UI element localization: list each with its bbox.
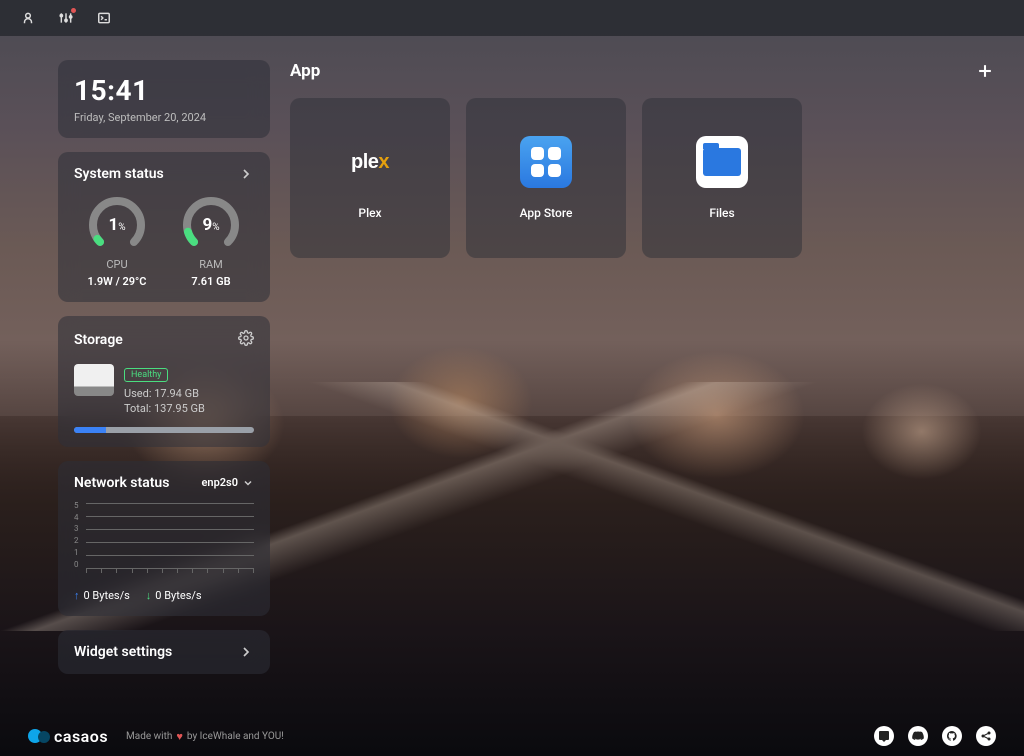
chevron-right-icon (238, 644, 254, 660)
system-status-title: System status (74, 166, 164, 182)
storage-total: Total: 137.95 GB (124, 401, 254, 416)
files-icon (696, 136, 748, 188)
system-status-card: System status 1% CPU 1.9W / 29°C (58, 152, 270, 302)
network-download: ↓ 0 Bytes/s (146, 589, 202, 602)
discord-icon[interactable] (908, 726, 928, 746)
app-tile-files[interactable]: Files (642, 98, 802, 258)
plex-icon: plex (344, 136, 396, 188)
network-title: Network status (74, 475, 169, 491)
footer: casaos Made with ♥ by IceWhale and YOU! (0, 716, 1024, 756)
arrow-down-icon: ↓ (146, 589, 152, 602)
chevron-down-icon (242, 477, 254, 489)
cpu-gauge: 1% CPU 1.9W / 29°C (74, 194, 160, 288)
github-icon[interactable] (942, 726, 962, 746)
clock-time: 15:41 (74, 74, 254, 107)
share-icon[interactable] (976, 726, 996, 746)
ram-gauge: 9% RAM 7.61 GB (168, 194, 254, 288)
network-upload: ↑ 0 Bytes/s (74, 589, 130, 602)
topbar (0, 0, 1024, 36)
settings-sliders-icon[interactable] (58, 10, 74, 26)
terminal-icon[interactable] (96, 10, 112, 26)
sidebar: 15:41 Friday, September 20, 2024 System … (58, 60, 270, 716)
widget-settings-button[interactable]: Widget settings (58, 630, 270, 674)
chevron-right-icon[interactable] (238, 166, 254, 182)
health-badge: Healthy (124, 368, 168, 382)
tagline: Made with ♥ by IceWhale and YOU! (126, 730, 284, 743)
storage-card: Storage Healthy Used: 17.94 GB Total: 13… (58, 316, 270, 447)
app-tile-plex[interactable]: plex Plex (290, 98, 450, 258)
arrow-up-icon: ↑ (74, 589, 80, 602)
network-chart: 5 4 3 2 1 0 (74, 501, 254, 579)
add-app-button[interactable] (974, 60, 996, 82)
storage-title: Storage (74, 332, 123, 348)
user-icon[interactable] (20, 10, 36, 26)
content-area: App plex Plex App Store (290, 60, 996, 716)
logo-icon (28, 727, 52, 745)
storage-progress (74, 427, 254, 433)
storage-used: Used: 17.94 GB (124, 386, 254, 401)
apps-section-title: App (290, 61, 320, 81)
feedback-icon[interactable] (874, 726, 894, 746)
heart-icon: ♥ (176, 730, 183, 743)
app-tile-appstore[interactable]: App Store (466, 98, 626, 258)
disk-icon (74, 364, 114, 396)
appstore-icon (520, 136, 572, 188)
brand-logo[interactable]: casaos (28, 727, 108, 746)
clock-date: Friday, September 20, 2024 (74, 111, 254, 124)
clock-card: 15:41 Friday, September 20, 2024 (58, 60, 270, 138)
gear-icon[interactable] (238, 330, 254, 350)
network-card: Network status enp2s0 5 4 3 2 1 0 (58, 461, 270, 616)
network-interface-selector[interactable]: enp2s0 (202, 476, 254, 489)
